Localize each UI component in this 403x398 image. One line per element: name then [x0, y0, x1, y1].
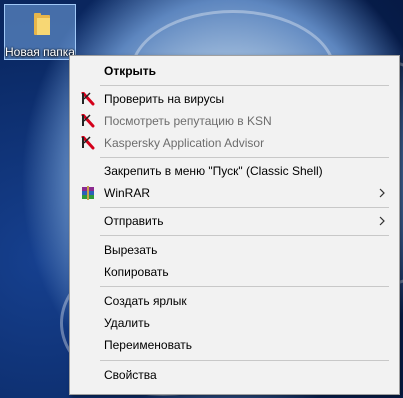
menu-item-label: Проверить на вирусы — [104, 92, 225, 106]
menu-separator — [100, 235, 389, 236]
menu-item-copy[interactable]: Копировать — [70, 261, 399, 283]
menu-separator — [100, 157, 389, 158]
menu-item-label: Создать ярлык — [104, 294, 187, 308]
winrar-icon — [82, 186, 94, 200]
kaspersky-icon — [81, 136, 95, 150]
menu-item-create-shortcut[interactable]: Создать ярлык — [70, 290, 399, 312]
desktop-folder-icon[interactable]: Новая папка — [4, 4, 76, 60]
menu-item-label: Открыть — [104, 64, 157, 78]
chevron-right-icon — [379, 188, 385, 198]
kaspersky-icon — [81, 114, 95, 128]
menu-item-label: WinRAR — [104, 186, 151, 200]
menu-separator — [100, 360, 389, 361]
desktop-folder-label: Новая папка — [5, 45, 75, 59]
menu-item-properties[interactable]: Свойства — [70, 364, 399, 386]
menu-item-kaspersky-advisor[interactable]: Kaspersky Application Advisor — [70, 132, 399, 154]
menu-item-cut[interactable]: Вырезать — [70, 239, 399, 261]
menu-item-winrar[interactable]: WinRAR — [70, 182, 399, 204]
menu-item-label: Отправить — [104, 214, 164, 228]
menu-item-ksn-reputation[interactable]: Посмотреть репутацию в KSN — [70, 110, 399, 132]
menu-item-pin-start[interactable]: Закрепить в меню "Пуск" (Classic Shell) — [70, 160, 399, 182]
menu-item-label: Вырезать — [104, 243, 158, 257]
menu-item-scan-viruses[interactable]: Проверить на вирусы — [70, 88, 399, 110]
menu-item-rename[interactable]: Переименовать — [70, 334, 399, 356]
menu-item-label: Удалить — [104, 316, 150, 330]
menu-separator — [100, 286, 389, 287]
context-menu: Открыть Проверить на вирусы Посмотреть р… — [69, 55, 400, 395]
menu-item-label: Свойства — [104, 368, 157, 382]
menu-separator — [100, 207, 389, 208]
folder-icon — [34, 13, 50, 35]
menu-item-delete[interactable]: Удалить — [70, 312, 399, 334]
chevron-right-icon — [379, 216, 385, 226]
menu-item-label: Переименовать — [104, 338, 192, 352]
menu-item-label: Копировать — [104, 265, 169, 279]
menu-item-send-to[interactable]: Отправить — [70, 210, 399, 232]
menu-item-label: Посмотреть репутацию в KSN — [104, 114, 272, 128]
menu-item-label: Kaspersky Application Advisor — [104, 136, 265, 150]
menu-separator — [100, 85, 389, 86]
kaspersky-icon — [81, 92, 95, 106]
menu-item-label: Закрепить в меню "Пуск" (Classic Shell) — [104, 164, 323, 178]
menu-item-open[interactable]: Открыть — [70, 60, 399, 82]
